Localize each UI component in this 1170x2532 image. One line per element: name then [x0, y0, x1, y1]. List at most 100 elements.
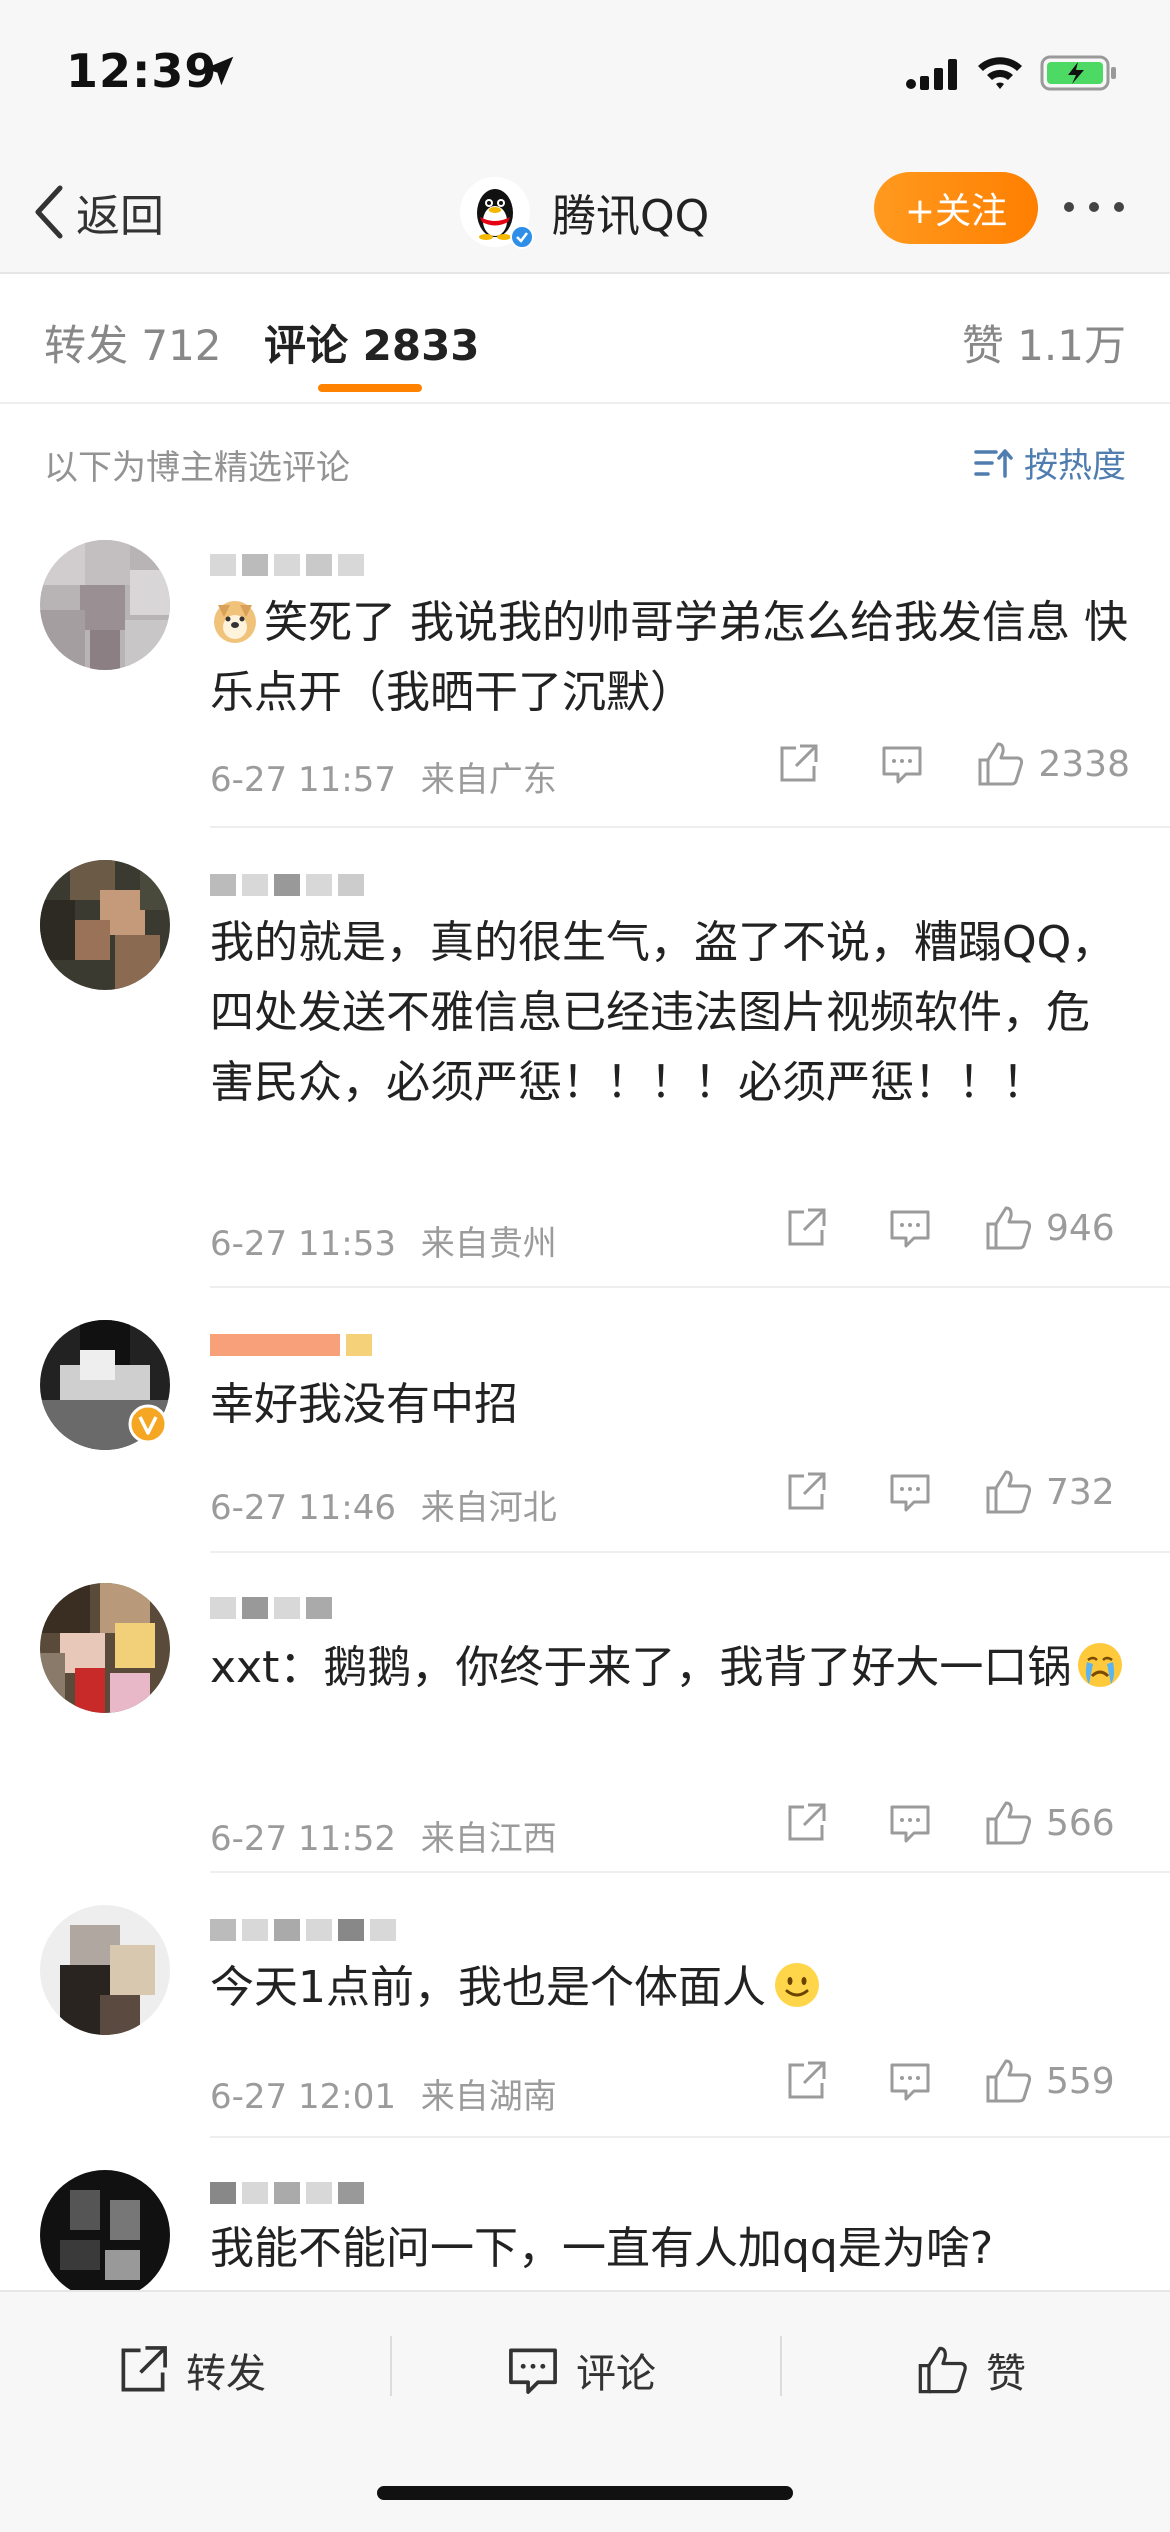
comment-actions: 559	[776, 2057, 1130, 2105]
like-count: 946	[1046, 1207, 1115, 1249]
back-label: 返回	[76, 191, 164, 242]
comment-actions: 732	[776, 1468, 1130, 1516]
like-button[interactable]: 566	[984, 1799, 1130, 1847]
comment-actions: 566	[776, 1799, 1130, 1847]
username-redacted[interactable]	[210, 1919, 396, 1949]
like-button[interactable]: 946	[984, 1204, 1130, 1252]
like-button[interactable]: 559	[984, 2057, 1130, 2105]
comment-location: 来自湖南	[420, 2077, 557, 2117]
comment-location: 来自江西	[420, 1819, 557, 1859]
comment-item: 我能不能问一下，一直有人加qq是为啥?	[0, 2140, 1170, 2300]
crying-emoji-icon	[1075, 1640, 1125, 1690]
thumbs-up-icon	[986, 1801, 1032, 1845]
tab-likes[interactable]: 赞 1.1万	[962, 312, 1126, 373]
comment-item: xxt：鹅鹅，你终于来了，我背了好大一口锅 6-27 11:52 来自江西 56…	[0, 1555, 1170, 1875]
status-bar: 12:39	[0, 0, 1170, 150]
comment-body: 我能不能问一下，一直有人加qq是为啥?	[210, 2223, 994, 2274]
thumbs-up-icon	[918, 2346, 967, 2394]
qq-penguin-avatar[interactable]	[460, 177, 534, 249]
doge-emoji-icon	[210, 595, 260, 645]
share-icon[interactable]	[776, 1206, 836, 1250]
repost-button[interactable]: 转发	[116, 2330, 266, 2410]
reply-icon[interactable]	[880, 1470, 940, 1514]
divider	[210, 1551, 1170, 1553]
sort-icon	[974, 448, 1013, 478]
account-header[interactable]: 腾讯QQ	[460, 170, 709, 254]
comment-meta: 6-27 11:46 来自河北	[210, 1480, 557, 1529]
like-label: 赞	[986, 2351, 1026, 2397]
comment-body: 幸好我没有中招	[210, 1379, 518, 1430]
comment-time: 6-27 11:46	[210, 1488, 396, 1528]
comment-time: 6-27 11:53	[210, 1224, 396, 1264]
comment-actions: 2338	[768, 740, 1130, 788]
username-redacted[interactable]	[210, 2182, 364, 2212]
divider	[210, 826, 1170, 828]
share-icon[interactable]	[768, 742, 828, 786]
thumbs-up-icon	[986, 1206, 1032, 1250]
comment-body: 今天1点前，我也是个体面人	[210, 1962, 766, 2013]
status-time: 12:39	[66, 44, 218, 98]
cellular-signal-icon	[905, 56, 961, 92]
verified-badge-icon	[128, 1404, 168, 1444]
username-redacted[interactable]	[210, 874, 364, 904]
post-tabs: 转发 712 评论 2833 赞 1.1万	[0, 274, 1170, 404]
active-tab-indicator	[318, 384, 422, 392]
comment-icon	[509, 2348, 557, 2394]
comment-label: 评论	[576, 2351, 656, 2397]
divider	[780, 2336, 782, 2396]
like-count: 2338	[1038, 743, 1130, 785]
comment-body: xxt：鹅鹅，你终于来了，我背了好大一口锅	[210, 1642, 1072, 1693]
comment-text: 今天1点前，我也是个体面人	[210, 1953, 1130, 2023]
comment-meta: 6-27 11:57 来自广东	[210, 752, 557, 801]
divider	[390, 2336, 392, 2396]
reply-icon[interactable]	[872, 742, 932, 786]
smile-emoji-icon	[772, 1960, 822, 2010]
avatar[interactable]	[40, 540, 170, 670]
comment-meta: 6-27 12:01 来自湖南	[210, 2069, 557, 2118]
username-redacted[interactable]	[210, 1597, 332, 1627]
comment-time: 6-27 12:01	[210, 2077, 396, 2117]
follow-button[interactable]: +关注	[874, 172, 1038, 244]
username-redacted[interactable]	[210, 554, 364, 584]
comment-body: 我的就是，真的很生气，盗了不说，糟蹋QQ，四处发送不雅信息已经违法图片视频软件，…	[210, 917, 1116, 1108]
wifi-icon	[975, 52, 1025, 92]
avatar[interactable]	[40, 1583, 170, 1713]
back-button[interactable]: 返回	[32, 172, 164, 252]
like-button[interactable]: 2338	[976, 740, 1130, 788]
username-redacted[interactable]	[210, 1334, 372, 1364]
avatar[interactable]	[40, 1905, 170, 2035]
divider	[210, 1871, 1170, 1873]
nav-bar: 返回 腾讯QQ +关注	[0, 150, 1170, 274]
curated-comments-label: 以下为博主精选评论	[44, 448, 350, 488]
thumbs-up-icon	[978, 742, 1024, 786]
share-icon	[121, 2346, 167, 2392]
like-post-button[interactable]: 赞	[916, 2330, 1026, 2410]
reply-icon[interactable]	[880, 2059, 940, 2103]
section-header: 以下为博主精选评论 按热度	[0, 404, 1170, 514]
avatar[interactable]	[40, 2170, 170, 2300]
home-indicator[interactable]	[377, 2486, 793, 2500]
comment-time: 6-27 11:57	[210, 760, 396, 800]
divider	[210, 1286, 1170, 1288]
comment-text: 笑死了 我说我的帅哥学弟怎么给我发信息 快乐点开（我晒干了沉默）	[210, 588, 1130, 728]
share-icon[interactable]	[776, 1470, 836, 1514]
more-options-icon[interactable]	[1058, 182, 1130, 232]
share-icon[interactable]	[776, 2059, 836, 2103]
comment-body: 笑死了 我说我的帅哥学弟怎么给我发信息 快乐点开（我晒干了沉默）	[210, 597, 1128, 718]
reply-icon[interactable]	[880, 1206, 940, 1250]
repost-label: 转发	[186, 2351, 266, 2397]
sort-label: 按热度	[1024, 446, 1126, 486]
chevron-left-icon	[35, 185, 63, 239]
tab-comments[interactable]: 评论 2833	[264, 312, 480, 373]
thumbs-up-icon	[986, 1470, 1032, 1514]
avatar[interactable]	[40, 860, 170, 990]
sort-by-popularity-button[interactable]: 按热度	[974, 438, 1126, 487]
battery-charging-icon	[1040, 54, 1118, 92]
comment-button[interactable]: 评论	[506, 2330, 656, 2410]
like-button[interactable]: 732	[984, 1468, 1130, 1516]
like-count: 566	[1046, 1802, 1115, 1844]
share-icon[interactable]	[776, 1801, 836, 1845]
comment-item: 今天1点前，我也是个体面人 6-27 12:01 来自湖南 559	[0, 1875, 1170, 2140]
reply-icon[interactable]	[880, 1801, 940, 1845]
tab-repost[interactable]: 转发 712	[44, 312, 222, 373]
